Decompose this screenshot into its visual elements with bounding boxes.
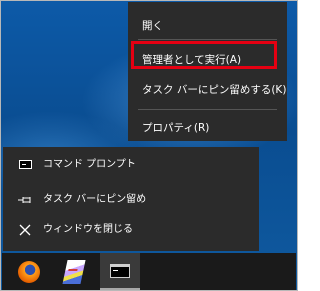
menu-item-properties[interactable]: プロパティ(R) (128, 115, 287, 141)
jump-item-label: コマンド プロンプト (43, 159, 136, 170)
taskbar (2, 253, 296, 290)
jump-item-command-prompt[interactable]: コマンド プロンプト (3, 153, 259, 177)
taskbar-button-command-prompt[interactable] (100, 253, 140, 290)
menu-item-label: 開く (142, 20, 163, 32)
menu-separator (138, 109, 277, 110)
command-prompt-icon (17, 153, 35, 177)
jump-item-label: タスク バーにピン留め (43, 194, 147, 205)
menu-item-label: プロパティ(R) (142, 122, 210, 134)
jump-list: コマンド プロンプト タスク バーにピン留め ウィンドウを閉じる (3, 147, 259, 251)
taskbar-button-editor[interactable] (54, 253, 94, 290)
menu-item-label: タスク バーにピン留めする(K) (142, 84, 287, 96)
jump-item-pin-to-taskbar[interactable]: タスク バーにピン留め (3, 188, 259, 212)
menu-item-open[interactable]: 開く (128, 13, 287, 39)
firefox-icon (18, 261, 40, 283)
pin-icon (17, 188, 35, 212)
command-prompt-icon (110, 264, 130, 278)
menu-item-pin-to-taskbar[interactable]: タスク バーにピン留めする(K) (128, 77, 287, 103)
context-menu: 開く 管理者として実行(A) タスク バーにピン留めする(K) プロパティ(R) (128, 2, 287, 141)
menu-separator (138, 39, 277, 40)
jump-item-close-window[interactable]: ウィンドウを閉じる (3, 218, 259, 242)
text-editor-icon (62, 260, 86, 284)
run-as-admin-highlight-box (131, 41, 277, 69)
close-icon (17, 218, 35, 242)
jump-item-label: ウィンドウを閉じる (43, 224, 133, 235)
taskbar-button-firefox[interactable] (9, 253, 49, 290)
